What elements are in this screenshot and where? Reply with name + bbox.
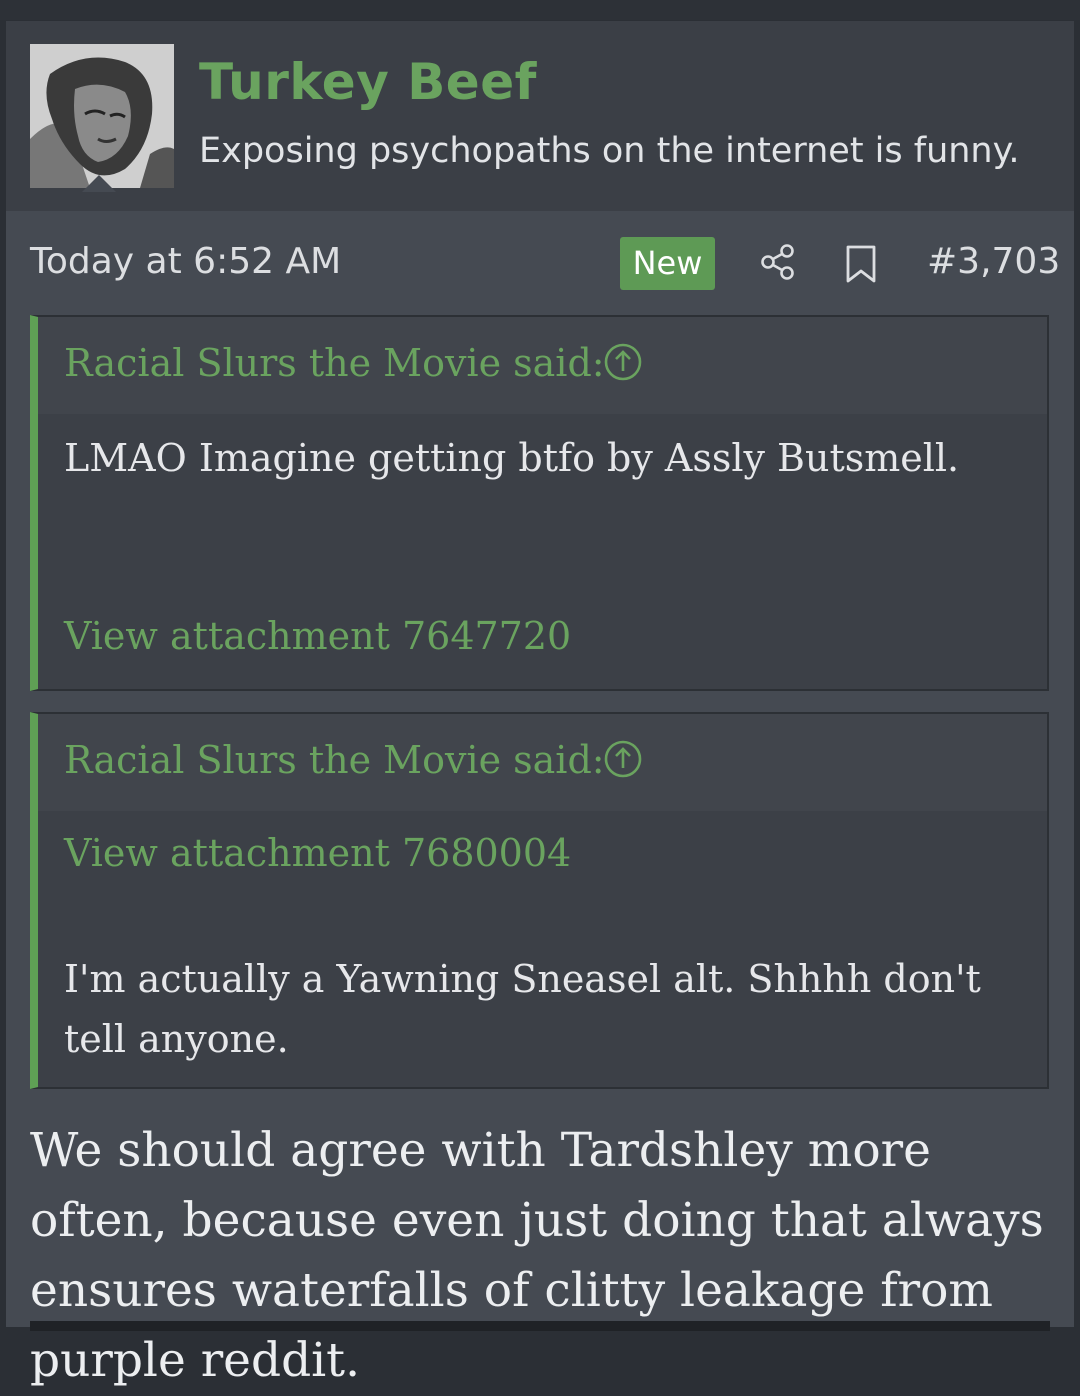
jump-to-quote-icon[interactable] — [604, 740, 642, 778]
user-header: Turkey Beef Exposing psychopaths on the … — [6, 21, 1074, 211]
new-badge: New — [620, 237, 715, 290]
quote-header: Racial Slurs the Movie said: — [38, 714, 1047, 811]
bookmark-icon[interactable] — [844, 244, 878, 284]
quote-body: View attachment 7680004 I'm actually a Y… — [38, 811, 1047, 1087]
jump-to-quote-icon[interactable] — [604, 343, 642, 381]
user-avatar[interactable] — [30, 44, 174, 188]
attachment-link[interactable]: View attachment 7680004 — [64, 831, 571, 875]
post-number[interactable]: #3,703 — [927, 241, 1060, 282]
post-date[interactable]: Today at 6:52 AM — [30, 241, 341, 282]
quote-author[interactable]: Racial Slurs the Movie said: — [64, 341, 605, 385]
top-strip — [0, 0, 1080, 20]
quote-text: I'm actually a Yawning Sneasel alt. Shhh… — [64, 957, 981, 1061]
attachment-link[interactable]: View attachment 7647720 — [64, 614, 571, 658]
quote-text: LMAO Imagine getting btfo by Assly Butsm… — [64, 436, 960, 480]
user-title: Exposing psychopaths on the internet is … — [199, 131, 1020, 171]
quote-header: Racial Slurs the Movie said: — [38, 317, 1047, 414]
avatar-image — [30, 44, 174, 188]
share-icon[interactable] — [758, 242, 798, 282]
image-top-edge — [30, 1321, 1050, 1331]
quote-block: Racial Slurs the Movie said: View attach… — [30, 712, 1049, 1089]
quote-body: LMAO Imagine getting btfo by Assly Butsm… — [38, 414, 1047, 689]
post-container: Today at 6:52 AM New #3,703 Racial Slurs… — [6, 211, 1074, 1388]
message-pointer — [82, 175, 116, 192]
quote-author[interactable]: Racial Slurs the Movie said: — [64, 738, 605, 782]
username[interactable]: Turkey Beef — [199, 53, 537, 111]
post-body: We should agree with Tardshley more ofte… — [30, 1123, 1044, 1388]
quote-block: Racial Slurs the Movie said: LMAO Imagin… — [30, 315, 1049, 691]
